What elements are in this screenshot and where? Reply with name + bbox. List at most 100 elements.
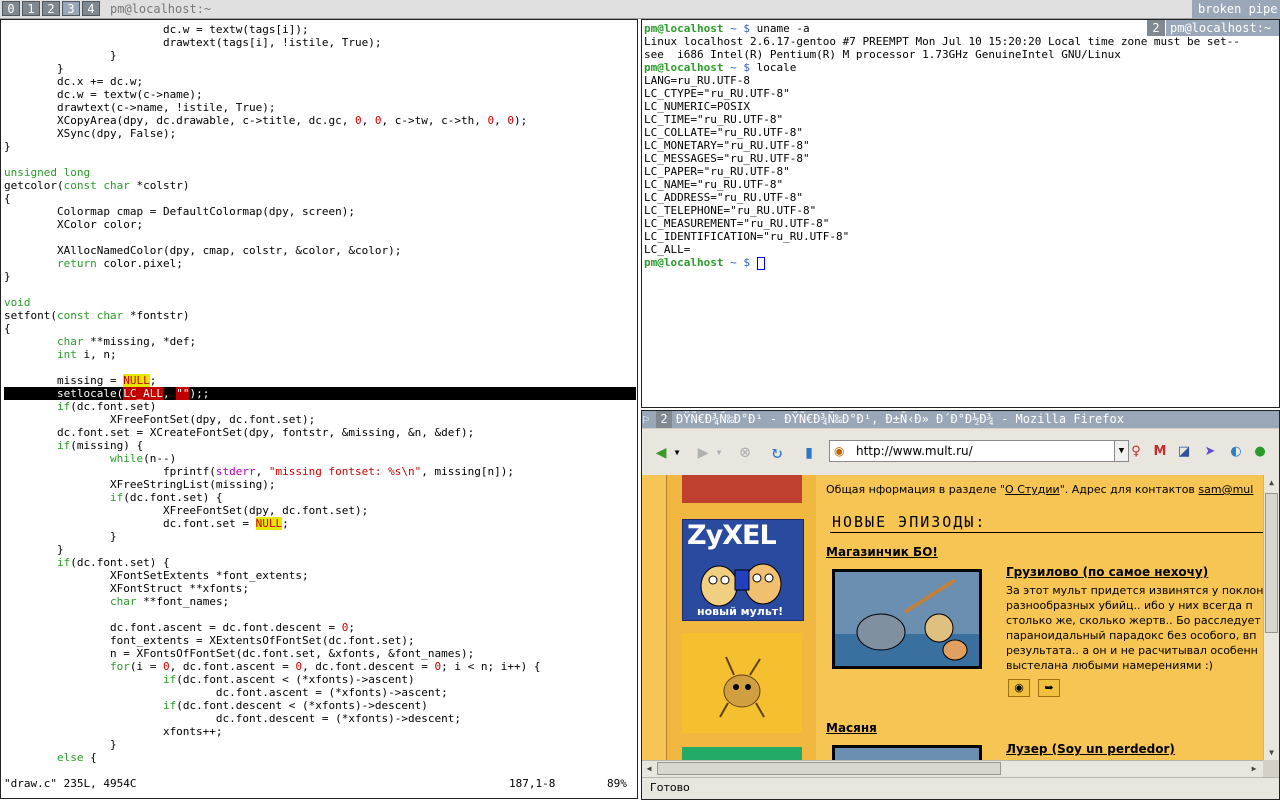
firefox-window[interactable]: ⚐ 2 ÐŸÑ€Ð¾Ñ‰Ð°Ð¹ - ÐŸÑ€Ð¾Ñ‰Ð°Ð¹, Ð±Ñ‹Ð» Ð´… (641, 410, 1280, 800)
scrollbar-thumb[interactable] (1265, 493, 1278, 633)
code-line[interactable]: if(dc.font.set) { (4, 491, 636, 504)
code-line[interactable] (4, 231, 636, 244)
code-line[interactable]: } (4, 49, 636, 62)
code-line[interactable]: { (4, 322, 636, 335)
code-line[interactable]: for(i = 0, dc.font.ascent = 0, dc.font.d… (4, 660, 636, 673)
episode-thumbnail[interactable] (832, 745, 982, 760)
code-line[interactable]: Colormap cmap = DefaultColormap(dpy, scr… (4, 205, 636, 218)
code-line[interactable]: int i, n; (4, 348, 636, 361)
tag-1[interactable]: 1 (22, 1, 40, 16)
code-line[interactable]: setlocale(LC_ALL, "");; (4, 387, 636, 400)
code-line[interactable]: missing = NULL; (4, 374, 636, 387)
back-button[interactable]: ◀ (648, 439, 674, 465)
terminal-output[interactable]: pm@localhost ~ $ uname -a Linux localhos… (644, 22, 1240, 270)
horizontal-scrollbar[interactable]: ◀ ▶ (642, 760, 1263, 777)
gmail-icon[interactable]: M (1150, 442, 1170, 462)
code-line[interactable]: dc.font.set = NULL; (4, 517, 636, 530)
scroll-right-icon[interactable]: ▶ (1247, 761, 1261, 776)
code-line[interactable]: dc.font.ascent = (*xfonts)->ascent; (4, 686, 636, 699)
vertical-scrollbar[interactable]: ▲ ▼ (1263, 475, 1279, 760)
code-line[interactable]: } (4, 140, 636, 153)
code-line[interactable]: } (4, 270, 636, 283)
code-line[interactable]: } (4, 530, 636, 543)
code-line[interactable]: n = XFontsOfFontSet(dc.font.set, &xfonts… (4, 647, 636, 660)
scrollbar-thumb[interactable] (657, 762, 1001, 775)
code-line[interactable]: XFreeStringList(missing); (4, 478, 636, 491)
code-line[interactable]: if(dc.font.set) (4, 400, 636, 413)
code-line[interactable]: XColor color; (4, 218, 636, 231)
stop-button[interactable]: ⊗ (732, 439, 758, 465)
code-line[interactable] (4, 361, 636, 374)
code-line[interactable]: dc.font.descent = (*xfonts)->descent; (4, 712, 636, 725)
episode-thumbnail[interactable] (832, 569, 982, 669)
code-line[interactable]: getcolor(const char *colstr) (4, 179, 636, 192)
contact-email-link[interactable]: sam@mul (1198, 483, 1253, 496)
bug-banner[interactable] (682, 633, 802, 733)
code-line[interactable]: XSync(dpy, False); (4, 127, 636, 140)
code-line[interactable]: unsigned long (4, 166, 636, 179)
episode-title-link[interactable]: Лузер (Soy un perdedor) (1006, 742, 1175, 756)
scroll-up-icon[interactable]: ▲ (1265, 475, 1278, 490)
tag-4[interactable]: 4 (82, 1, 100, 16)
bookmarks-button[interactable]: ▮ (796, 439, 822, 465)
code-line[interactable]: else { (4, 751, 636, 764)
url-field[interactable]: ◉ http://www.mult.ru/ (829, 440, 1115, 462)
globe-ext-icon[interactable]: ◐ (1226, 442, 1246, 462)
code-line[interactable]: xfonts++; (4, 725, 636, 738)
code-view[interactable]: dc.w = textw(tags[i]); drawtext(tags[i],… (4, 23, 636, 764)
code-line[interactable] (4, 153, 636, 166)
code-line[interactable]: char **font_names; (4, 595, 636, 608)
code-line[interactable]: while(n--) (4, 452, 636, 465)
watch-button[interactable]: ◉ (1008, 679, 1030, 697)
arrow-ext-icon[interactable]: ➤ (1200, 442, 1220, 462)
code-line[interactable]: if(dc.font.set) { (4, 556, 636, 569)
terminal-window[interactable]: 2 pm@localhost:~ pm@localhost ~ $ uname -… (641, 19, 1280, 408)
zyxel-banner[interactable]: ZyXEL новый мульт! (682, 519, 804, 621)
scroll-down-icon[interactable]: ▼ (1265, 745, 1278, 760)
code-line[interactable]: { (4, 192, 636, 205)
web-page-content[interactable]: ZyXEL новый мульт! Общая нформация в раз… (642, 475, 1263, 760)
code-line[interactable]: drawtext(tags[i], !istile, True); (4, 36, 636, 49)
code-line[interactable]: void (4, 296, 636, 309)
green-ext-icon[interactable]: ● (1250, 442, 1270, 462)
tag-0[interactable]: 0 (2, 1, 20, 16)
tag-2[interactable]: 2 (42, 1, 60, 16)
code-line[interactable]: dc.font.ascent = dc.font.descent = 0; (4, 621, 636, 634)
code-line[interactable]: XFontStruct **xfonts; (4, 582, 636, 595)
code-line[interactable]: XFreeFontSet(dpy, dc.font.set); (4, 413, 636, 426)
code-line[interactable]: char **missing, *def; (4, 335, 636, 348)
code-line[interactable]: drawtext(c->name, !istile, True); (4, 101, 636, 114)
code-line[interactable]: if(missing) { (4, 439, 636, 452)
code-line[interactable]: XCopyArea(dpy, dc.drawable, c->title, dc… (4, 114, 636, 127)
code-line[interactable] (4, 608, 636, 621)
code-line[interactable]: XFreeFontSet(dpy, dc.font.set); (4, 504, 636, 517)
code-line[interactable]: dc.w = textw(c->name); (4, 88, 636, 101)
bookmark-ext-icon[interactable]: ◪ (1174, 442, 1194, 462)
code-line[interactable]: if(dc.font.ascent < (*xfonts)->ascent) (4, 673, 636, 686)
shop-link[interactable]: Магазинчик БО! (826, 545, 938, 559)
vim-editor-window[interactable]: dc.w = textw(tags[i]); drawtext(tags[i],… (0, 19, 638, 799)
download-button[interactable]: ➥ (1038, 679, 1060, 697)
masyanya-link[interactable]: Масяня (826, 721, 877, 735)
code-line[interactable]: dc.w = textw(tags[i]); (4, 23, 636, 36)
code-line[interactable]: } (4, 543, 636, 556)
code-line[interactable]: font_extents = XExtentsOfFontSet(dc.font… (4, 634, 636, 647)
code-line[interactable]: if(dc.font.descent < (*xfonts)->descent) (4, 699, 636, 712)
code-line[interactable]: } (4, 738, 636, 751)
code-line[interactable]: XAllocNamedColor(dpy, cmap, colstr, &col… (4, 244, 636, 257)
about-studio-link[interactable]: О Студии (1005, 483, 1060, 496)
banner-image[interactable] (682, 475, 802, 503)
episode-title-link[interactable]: Грузилово (по самое нехочу) (1006, 565, 1208, 579)
back-dropdown[interactable]: ▼ (672, 439, 682, 465)
extension-icon[interactable]: ♀ (1126, 442, 1146, 462)
forward-button[interactable]: ▶ (690, 439, 716, 465)
code-line[interactable]: setfont(const char *fontstr) (4, 309, 636, 322)
greenpeace-banner[interactable] (682, 747, 802, 760)
code-line[interactable]: fprintf(stderr, "missing fontset: %s\n",… (4, 465, 636, 478)
prompt-line[interactable]: pm@localhost ~ $ (644, 256, 1240, 270)
forward-dropdown[interactable]: ▼ (714, 439, 724, 465)
code-line[interactable] (4, 283, 636, 296)
code-line[interactable]: } (4, 62, 636, 75)
scroll-left-icon[interactable]: ◀ (642, 761, 656, 776)
tag-3[interactable]: 3 (62, 1, 80, 16)
